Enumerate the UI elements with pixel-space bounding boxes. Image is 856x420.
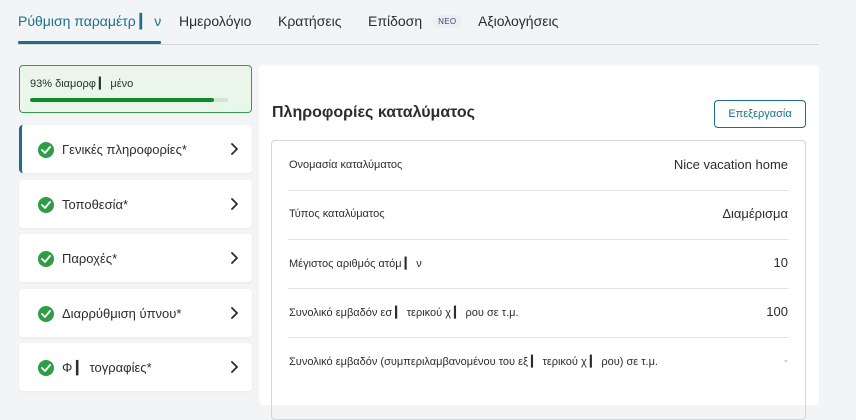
info-row-max-guests: Μέγιστος αριθμός ατόμ ▎ ν 10 — [272, 239, 805, 288]
sidebar-item-sleeping-arrangements[interactable]: Διαρρύθμιση ύπνου* — [19, 289, 252, 337]
info-value: Nice vacation home — [673, 157, 788, 172]
chevron-right-icon — [231, 307, 238, 319]
tab-setup-label: Ρύθμιση παραμέτρ ▎ ν — [18, 13, 162, 29]
info-row-indoor-area: Συνολικό εμβαδόν εσ ▎ τερικού χ ▎ ρου σε… — [272, 288, 805, 337]
tab-reservations[interactable]: Κρατήσεις — [278, 13, 341, 44]
tab-calendar-label: Ημερολόγιο — [179, 13, 252, 29]
info-row-property-name: Ονομασία καταλύματος Nice vacation home — [272, 141, 805, 190]
progress-bar — [30, 98, 228, 102]
sidebar-item-photos[interactable]: Φ ▎ τογραφίες* — [19, 343, 252, 391]
property-info-table: Ονομασία καταλύματος Nice vacation home … — [271, 140, 806, 420]
check-circle-icon — [38, 142, 54, 158]
tab-reservations-label: Κρατήσεις — [278, 13, 342, 29]
info-label: Μέγιστος αριθμός ατόμ ▎ ν — [289, 258, 422, 270]
tab-setup[interactable]: Ρύθμιση παραμέτρ ▎ ν — [18, 13, 162, 44]
sidebar-item-location[interactable]: Τοποθεσία* — [19, 180, 252, 228]
info-label: Τύπος καταλύματος — [289, 208, 385, 220]
progress-text: 93% διαμορφ ▎ μένο — [30, 78, 134, 90]
progress-card: 93% διαμορφ ▎ μένο — [19, 65, 252, 113]
sidebar-item-general-info[interactable]: Γενικές πληροφορίες* — [19, 125, 252, 173]
new-badge: ΝΕΟ — [432, 15, 463, 28]
sidebar-item-label: Φ ▎ τογραφίες* — [62, 360, 152, 375]
check-circle-icon — [38, 197, 54, 213]
chevron-right-icon — [231, 143, 238, 155]
chevron-right-icon — [231, 198, 238, 210]
info-value: 100 — [766, 304, 788, 319]
check-circle-icon — [38, 251, 54, 267]
sidebar-item-label: Διαρρύθμιση ύπνου* — [62, 306, 182, 321]
sidebar-item-amenities[interactable]: Παροχές* — [19, 234, 252, 282]
section-title: Πληροφορίες καταλύματος — [272, 104, 475, 121]
tab-calendar[interactable]: Ημερολόγιο — [179, 13, 251, 44]
top-tabs: Ρύθμιση παραμέτρ ▎ ν Ημερολόγιο Κρατήσει… — [18, 0, 819, 45]
chevron-right-icon — [231, 361, 238, 373]
info-label: Ονομασία καταλύματος — [289, 159, 403, 171]
chevron-right-icon — [231, 252, 238, 264]
progress-bar-fill — [30, 98, 215, 102]
tab-reviews-label: Αξιολογήσεις — [478, 13, 559, 29]
edit-button[interactable]: Επεξεργασία — [714, 100, 806, 128]
tab-performance-label: Επίδοση — [368, 13, 423, 29]
check-circle-icon — [38, 306, 54, 322]
sidebar-item-label: Τοποθεσία* — [62, 197, 129, 212]
sidebar-item-label: Παροχές* — [62, 251, 118, 266]
check-circle-icon — [38, 360, 54, 376]
info-label: Συνολικό εμβαδόν εσ ▎ τερικού χ ▎ ρου σε… — [289, 307, 519, 319]
info-value: - — [784, 353, 788, 367]
info-label: Συνολικό εμβαδόν (συμπεριλαμβανομένου το… — [289, 356, 658, 368]
sidebar-item-label: Γενικές πληροφορίες* — [62, 142, 187, 157]
info-value: 10 — [773, 255, 788, 270]
info-row-total-area: Συνολικό εμβαδόν (συμπεριλαμβανομένου το… — [272, 337, 805, 386]
info-row-property-type: Τύπος καταλύματος Διαμέρισμα — [272, 190, 805, 239]
tab-performance[interactable]: Επίδοση ΝΕΟ — [368, 13, 463, 44]
property-info-card: Πληροφορίες καταλύματος Επεξεργασία Ονομ… — [259, 65, 819, 420]
tab-reviews[interactable]: Αξιολογήσεις — [478, 13, 558, 44]
info-value: Διαμέρισμα — [722, 206, 788, 221]
